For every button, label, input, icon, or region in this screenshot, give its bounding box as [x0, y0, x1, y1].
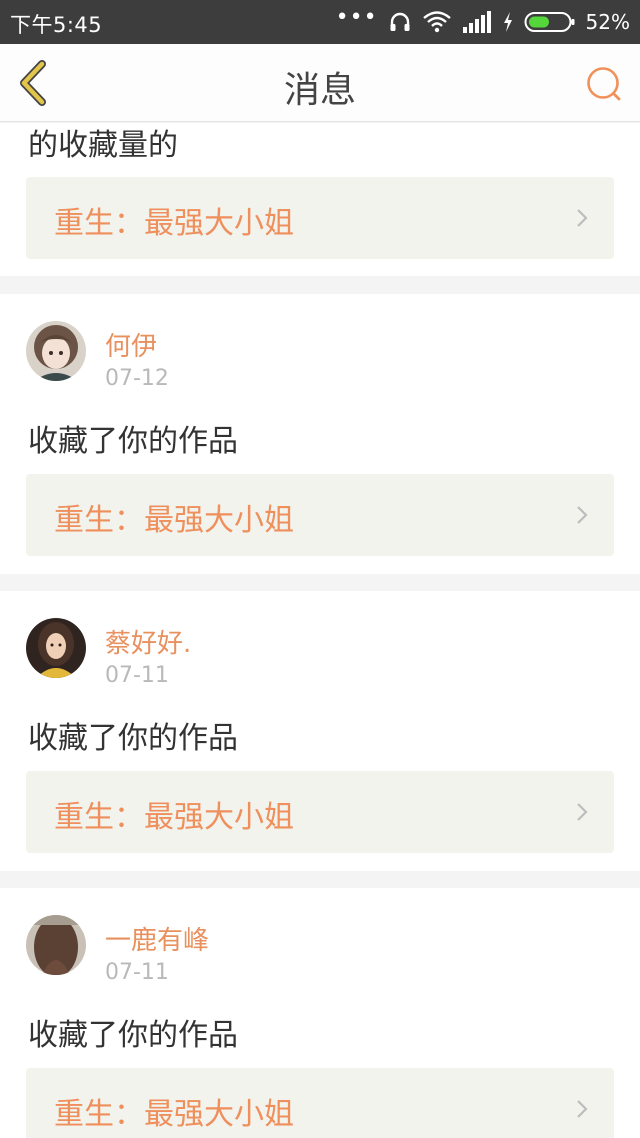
page-title: 消息 — [283, 70, 356, 111]
battery-icon — [524, 12, 575, 32]
user-name[interactable]: 何伊 — [105, 326, 157, 363]
nav-bar: 消息 — [0, 44, 640, 122]
message-action-text: 收藏了你的作品 — [28, 721, 238, 756]
more-notifications-icon: ••• — [335, 5, 378, 30]
status-icons: ••• 52% — [336, 0, 630, 44]
battery-percent: 52% — [585, 10, 630, 34]
message-action-text: 收藏了你的作品 — [28, 1018, 238, 1053]
status-time: 下午5:45 — [10, 13, 103, 37]
message-action-text: 收藏了你的作品 — [28, 424, 238, 459]
avatar[interactable] — [26, 321, 86, 381]
message-date: 07-12 — [105, 366, 169, 391]
message-date: 07-11 — [105, 663, 169, 688]
message-card: 一鹿有峰 07-11 收藏了你的作品 重生：最强大小姐 — [0, 888, 640, 1138]
message-card: 蔡好好. 07-11 收藏了你的作品 重生：最强大小姐 — [0, 591, 640, 871]
work-link[interactable]: 重生：最强大小姐 — [26, 771, 614, 853]
chevron-right-icon — [577, 1100, 588, 1118]
work-title: 重生：最强大小姐 — [54, 800, 294, 835]
search-icon[interactable] — [584, 64, 624, 104]
work-link[interactable]: 重生：最强大小姐 — [26, 474, 614, 556]
message-card: 的收藏量的 重生：最强大小姐 — [0, 123, 640, 276]
status-bar: 下午5:45 ••• 52% — [0, 0, 640, 44]
work-link[interactable]: 重生：最强大小姐 — [26, 1068, 614, 1138]
work-title: 重生：最强大小姐 — [54, 206, 294, 241]
message-action-text: 的收藏量的 — [28, 128, 178, 163]
user-name[interactable]: 一鹿有峰 — [105, 920, 209, 957]
work-link[interactable]: 重生：最强大小姐 — [26, 177, 614, 259]
message-card: 何伊 07-12 收藏了你的作品 重生：最强大小姐 — [0, 294, 640, 574]
chevron-right-icon — [577, 209, 588, 227]
chevron-right-icon — [577, 506, 588, 524]
wifi-icon — [422, 11, 451, 33]
user-name[interactable]: 蔡好好. — [105, 623, 191, 660]
work-title: 重生：最强大小姐 — [54, 503, 294, 538]
signal-icon — [462, 11, 491, 33]
work-title: 重生：最强大小姐 — [54, 1097, 294, 1132]
charging-icon — [503, 12, 512, 32]
message-date: 07-11 — [105, 960, 169, 985]
avatar[interactable] — [26, 618, 86, 678]
message-list[interactable]: 的收藏量的 重生：最强大小姐 何伊 07-12 收藏了你的作品 重生：最强大小姐 — [0, 123, 640, 1138]
battery-level-fill — [528, 16, 549, 28]
avatar[interactable] — [26, 915, 86, 975]
headphones-icon — [390, 12, 410, 31]
chevron-right-icon — [577, 803, 588, 821]
